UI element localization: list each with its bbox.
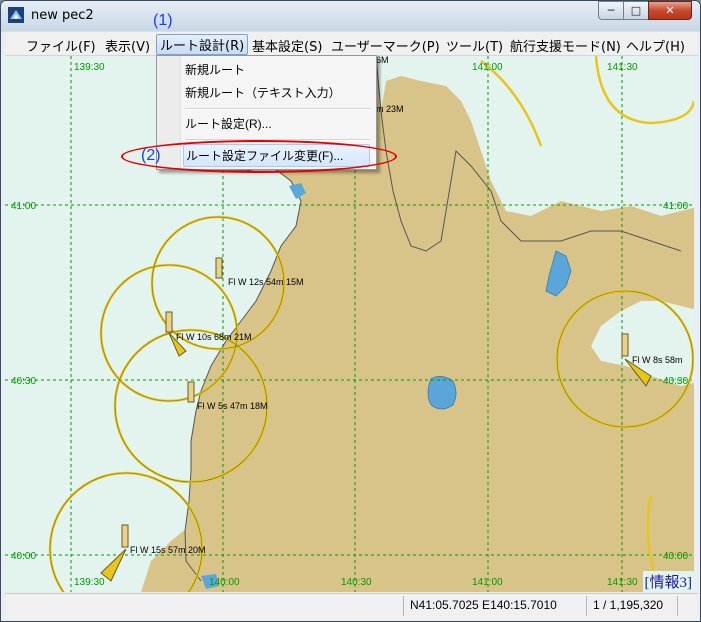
status-bar: N41:05.7025 E140:15.7010 1 / 1,195,320: [5, 593, 698, 620]
light-label: Fl W 15s 57m 20M: [130, 545, 206, 555]
menu-bar: ファイル(F) 表示(V) ルート設計(R) 基本設定(S) ユーザーマーク(P…: [5, 32, 698, 56]
menu-help[interactable]: ヘルプ(H): [623, 35, 688, 56]
label-lon-141-30-bottom: 141:30: [607, 577, 638, 588]
info-label: [情報3]: [642, 571, 694, 592]
label-lon-140-00-bottom: 140:00: [209, 577, 240, 588]
step1-annotation: (1): [153, 12, 173, 29]
light-label: m 23M: [376, 104, 404, 114]
menu-navigation-mode[interactable]: 航行支援モード(N): [507, 35, 624, 56]
status-scale: 1 / 1,195,320: [593, 598, 664, 612]
label-lon-141-00-top: 141:00: [472, 62, 503, 73]
close-icon: ✕: [665, 4, 675, 17]
menu-item-new-route[interactable]: 新規ルート: [185, 61, 245, 78]
minimize-button[interactable]: ─: [598, 1, 624, 20]
highlight-ellipse: [121, 140, 397, 173]
status-separator: [586, 596, 587, 616]
light-label: Fl W 8s 58m: [632, 355, 683, 365]
label-lat-40-30-right: 40:30: [663, 376, 688, 387]
app-window: new pec2 ─ □ ✕ (1) ファイル(F) 表示(V) ルート設計(R…: [0, 0, 701, 622]
status-coordinates: N41:05.7025 E140:15.7010: [410, 598, 557, 612]
label-lon-140-30-bottom: 140:30: [341, 577, 372, 588]
window-title: new pec2: [31, 8, 94, 23]
maximize-icon: □: [630, 4, 642, 17]
close-button[interactable]: ✕: [648, 1, 692, 20]
menu-item-route-settings[interactable]: ルート設定(R)...: [185, 115, 272, 132]
menu-item-new-route-text[interactable]: 新規ルート（テキスト入力）: [185, 84, 341, 101]
app-icon: [8, 7, 24, 23]
label-lon-141-30-top: 141:30: [607, 62, 638, 73]
status-separator: [403, 596, 404, 616]
label-lat-41-00-right: 41:00: [663, 201, 688, 212]
label-lon-139-30-bottom: 139:30: [74, 577, 105, 588]
maximize-button[interactable]: □: [623, 1, 649, 20]
menu-route-design[interactable]: ルート設計(R): [156, 34, 249, 55]
dropdown-separator: [185, 108, 371, 110]
label-lat-40-00-left: 40:00: [11, 551, 36, 562]
menu-view[interactable]: 表示(V): [102, 35, 153, 56]
light-label: 6M: [376, 56, 389, 65]
menu-file[interactable]: ファイル(F): [23, 35, 99, 56]
minimize-icon: ─: [607, 4, 615, 17]
label-lon-139-30-top: 139:30: [74, 62, 105, 73]
menu-tools[interactable]: ツール(T): [443, 35, 506, 56]
title-bar[interactable]: new pec2 ─ □ ✕: [1, 1, 700, 31]
light-label: Fl W 5s 47m 18M: [197, 401, 268, 411]
step2-annotation: (2): [141, 147, 161, 164]
lake-towada: [427, 376, 457, 410]
label-lat-40-00-right: 40:00: [663, 551, 688, 562]
menu-basic-settings[interactable]: 基本設定(S): [249, 35, 325, 56]
label-lat-40-30-left: 40:30: [11, 376, 36, 387]
status-separator: [677, 596, 678, 616]
label-lon-141-00-bottom: 141:00: [472, 577, 503, 588]
light-label: Fl W 12s 54m 15M: [228, 277, 304, 287]
menu-user-mark[interactable]: ユーザーマーク(P): [328, 35, 443, 56]
label-lat-41-00-left: 41:00: [11, 201, 36, 212]
light-label: Fl W 10s 68m 21M: [176, 332, 252, 342]
